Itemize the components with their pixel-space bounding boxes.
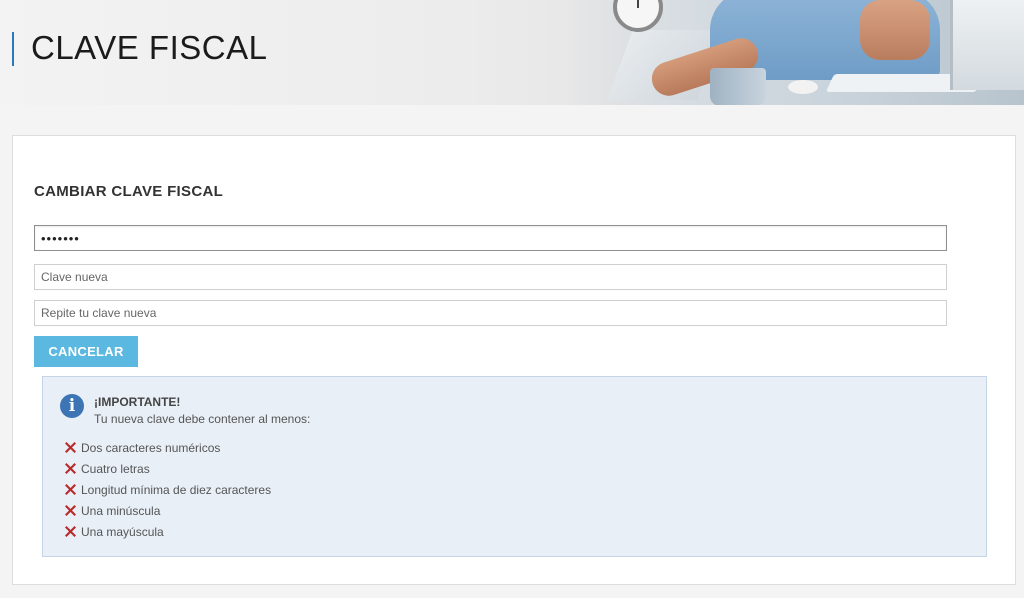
requirement-item: Una mayúscula [63, 521, 271, 542]
requirements-info-box: i ¡IMPORTANTE! Tu nueva clave debe conte… [42, 376, 987, 557]
requirement-label: Una mayúscula [81, 524, 164, 539]
requirement-label: Dos caracteres numéricos [81, 440, 221, 455]
requirement-label: Longitud mínima de diez caracteres [81, 482, 272, 497]
x-icon [65, 463, 76, 474]
new-password-field[interactable] [34, 264, 947, 290]
info-icon: i [60, 394, 84, 418]
x-icon [65, 442, 76, 453]
requirement-label: Una minúscula [81, 503, 161, 518]
form-title: CAMBIAR CLAVE FISCAL [34, 183, 224, 200]
requirement-item: Una minúscula [63, 500, 271, 521]
cancel-button[interactable]: CANCELAR [34, 336, 138, 367]
x-icon [65, 526, 76, 537]
current-password-field[interactable] [34, 225, 947, 251]
requirement-item: Longitud mínima de diez caracteres [63, 479, 271, 500]
title-accent-bar [12, 32, 14, 66]
page-header: CLAVE FISCAL [0, 0, 1024, 105]
change-password-panel: CAMBIAR CLAVE FISCAL CANCELAR i ¡IMPORTA… [12, 135, 1016, 585]
mug-image [710, 68, 766, 105]
x-icon [65, 484, 76, 495]
info-subtitle: Tu nueva clave debe contener al menos: [94, 412, 311, 426]
requirement-item: Cuatro letras [63, 458, 271, 479]
info-title: ¡IMPORTANTE! [94, 395, 181, 409]
page-title: CLAVE FISCAL [31, 29, 268, 66]
requirement-label: Cuatro letras [81, 461, 150, 476]
header-banner-image [560, 0, 1024, 105]
requirement-item: Dos caracteres numéricos [63, 437, 271, 458]
x-icon [65, 505, 76, 516]
clock-image [613, 0, 663, 32]
repeat-password-field[interactable] [34, 300, 947, 326]
requirements-list: Dos caracteres numéricos Cuatro letras L… [63, 437, 271, 542]
